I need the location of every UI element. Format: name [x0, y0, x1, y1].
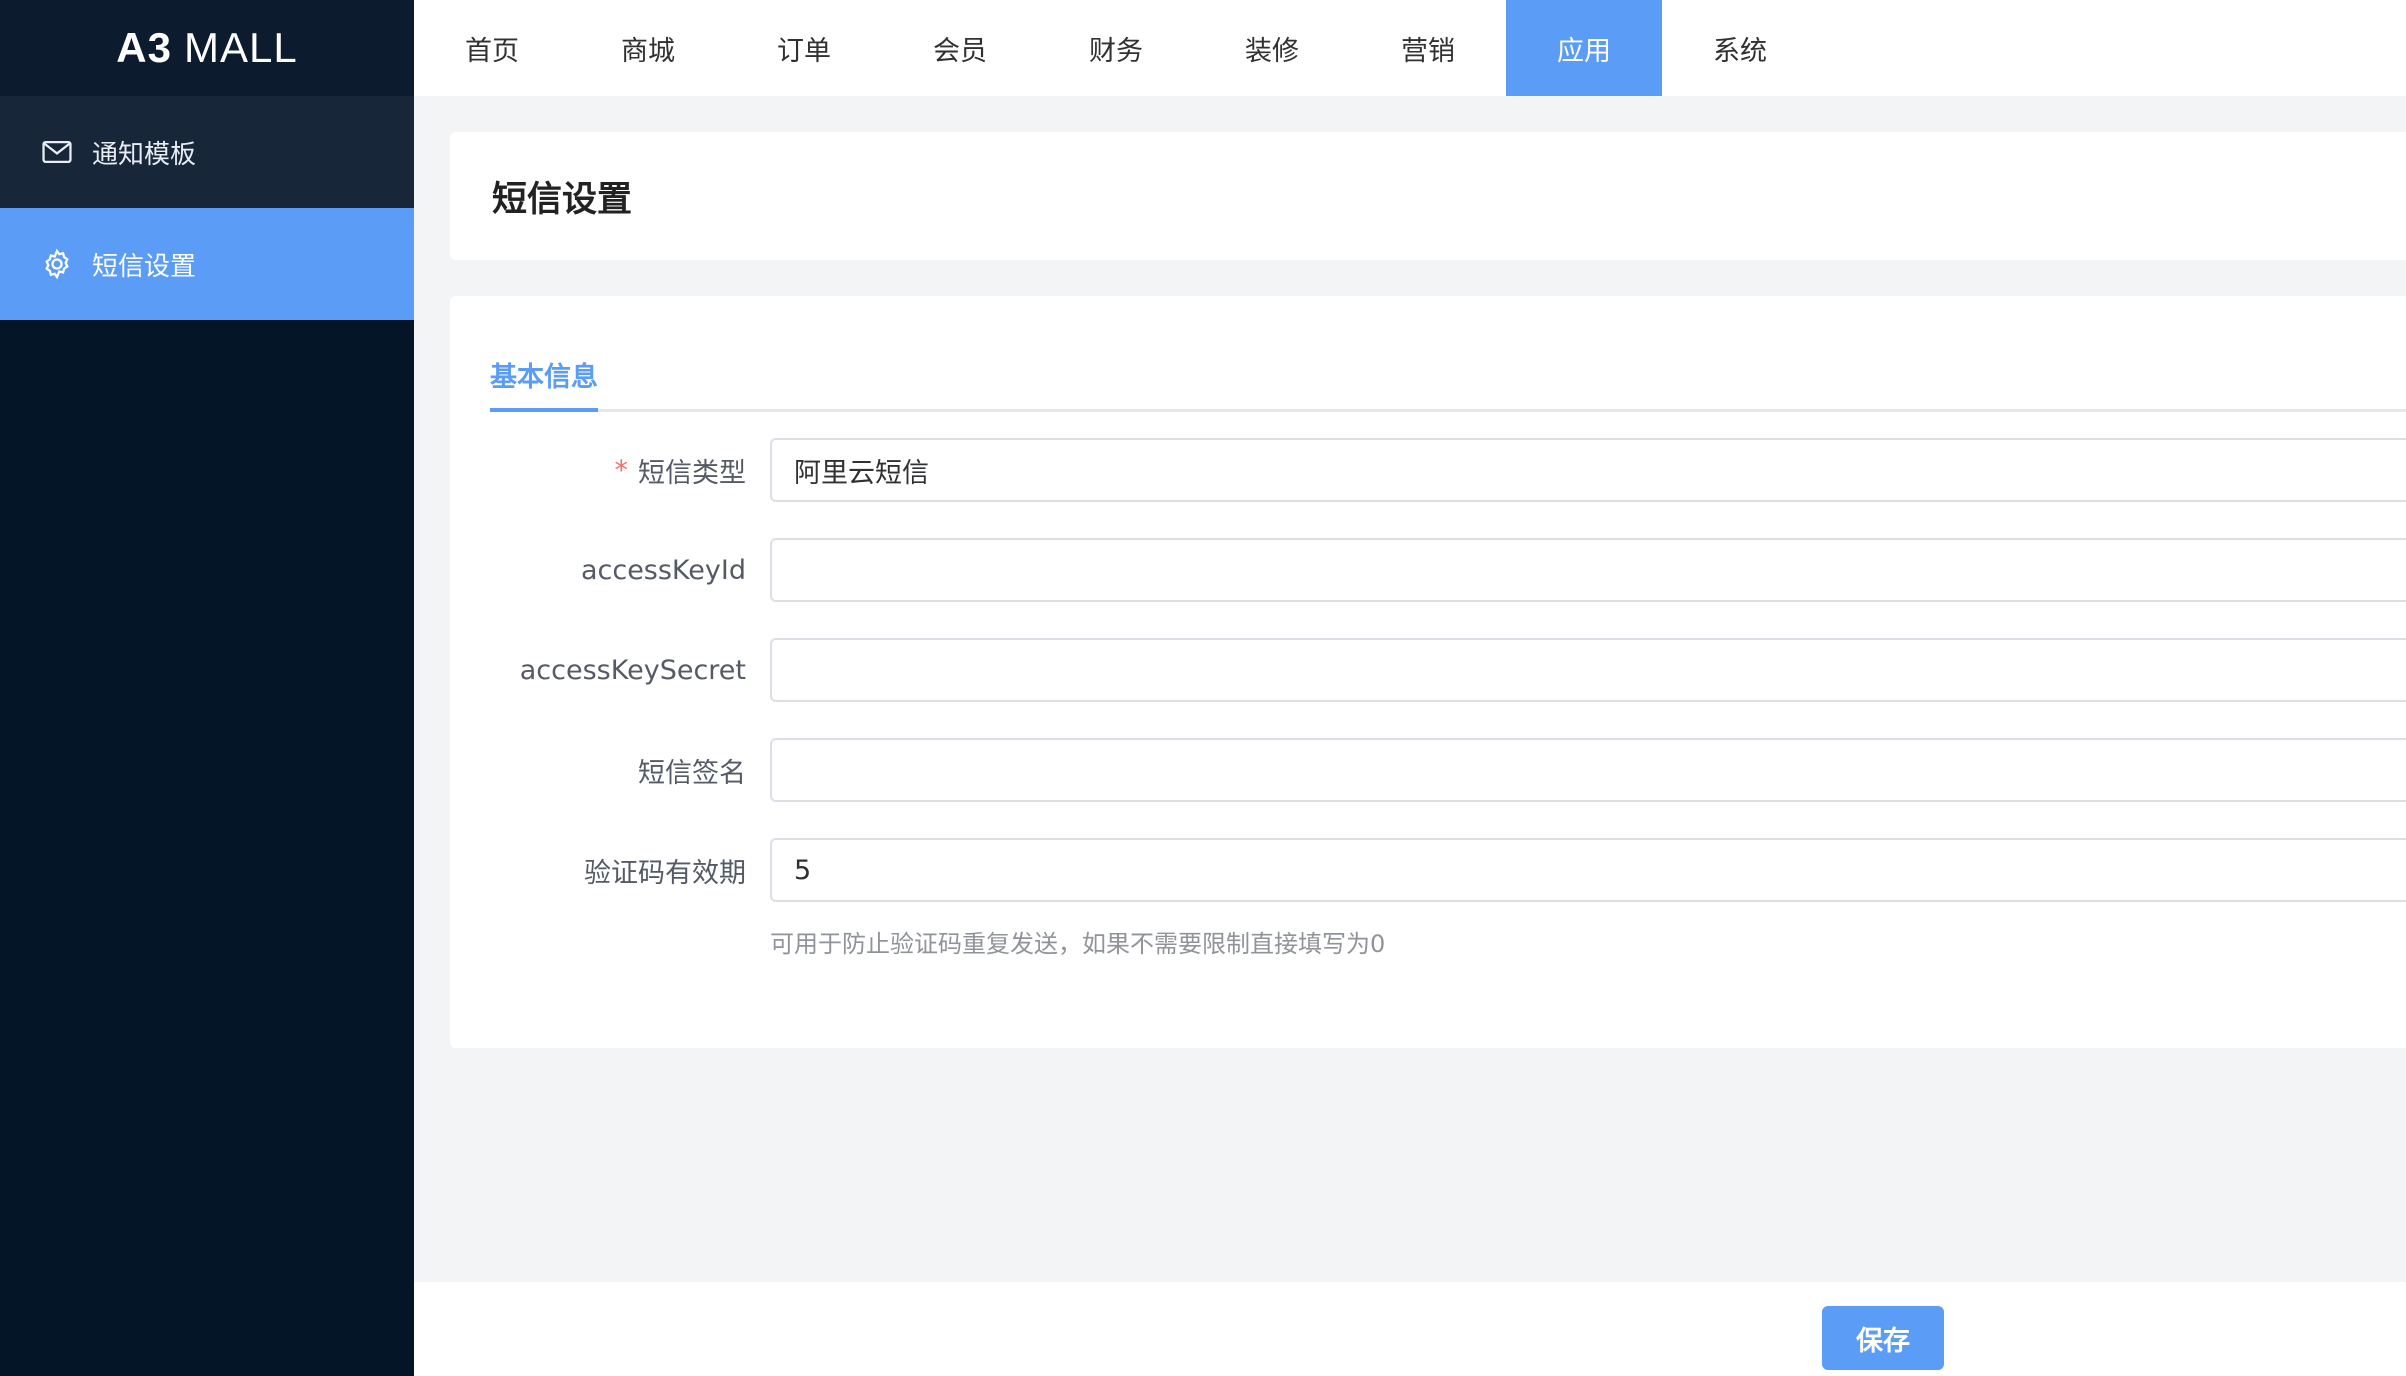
- sms-type-label-text: 短信类型: [638, 457, 746, 489]
- code-validity-input[interactable]: [770, 838, 2406, 902]
- page-title: 短信设置: [492, 179, 633, 220]
- nav-item-decoration[interactable]: 装修: [1194, 0, 1350, 96]
- brand-logo-bold: A3: [116, 24, 172, 71]
- tab-basic-info[interactable]: 基本信息: [490, 354, 598, 412]
- nav-item-finance[interactable]: 财务: [1038, 0, 1194, 96]
- nav-item-apps[interactable]: 应用: [1506, 0, 1662, 96]
- gear-icon: [40, 247, 74, 281]
- nav-item-mall[interactable]: 商城: [570, 0, 726, 96]
- sidebar-item-sms-settings[interactable]: 短信设置: [0, 208, 414, 320]
- access-key-id-label: accessKeyId: [580, 554, 746, 586]
- sidebar-item-notification-template[interactable]: 通知模板: [0, 96, 414, 208]
- code-validity-label: 验证码有效期: [584, 857, 746, 889]
- sidebar-item-label: 通知模板: [92, 139, 197, 170]
- bottom-action-bar: 保存: [414, 1282, 2406, 1376]
- page-header-card: 短信设置: [450, 132, 2406, 260]
- code-validity-hint: 可用于防止验证码重复发送，如果不需要限制直接填写为0: [770, 930, 1386, 958]
- form-card: 基本信息 * 短信类型 accessKeyId accessKeySecret …: [450, 296, 2406, 1048]
- required-mark: *: [614, 454, 629, 486]
- form-row-sms-type: * 短信类型: [450, 438, 2406, 502]
- save-button[interactable]: 保存: [1822, 1306, 1944, 1370]
- brand-logo[interactable]: A3 MALL: [0, 0, 414, 96]
- sms-signature-label: 短信签名: [638, 757, 746, 789]
- nav-item-members[interactable]: 会员: [882, 0, 1038, 96]
- top-nav: 首页 商城 订单 会员 财务 装修 营销 应用 系统: [414, 0, 2406, 96]
- brand-logo-light: MALL: [183, 24, 298, 71]
- form-row-access-key-secret: accessKeySecret: [450, 638, 2406, 702]
- sidebar-item-label: 短信设置: [92, 251, 197, 282]
- form-row-code-validity: 验证码有效期 可用于防止验证码重复发送，如果不需要限制直接填写为0: [450, 838, 2406, 958]
- access-key-secret-input[interactable]: [770, 638, 2406, 702]
- nav-item-marketing[interactable]: 营销: [1350, 0, 1506, 96]
- nav-item-home[interactable]: 首页: [414, 0, 570, 96]
- sms-type-select[interactable]: [770, 438, 2406, 502]
- form-row-access-key-id: accessKeyId: [450, 538, 2406, 602]
- sms-type-label: * 短信类型: [450, 438, 747, 502]
- access-key-id-input[interactable]: [770, 538, 2406, 602]
- tab-bar: 基本信息: [490, 354, 2406, 412]
- sms-signature-input[interactable]: [770, 738, 2406, 802]
- sidebar: A3 MALL 通知模板 短信设置: [0, 0, 414, 1376]
- nav-item-system[interactable]: 系统: [1662, 0, 1818, 96]
- nav-item-orders[interactable]: 订单: [726, 0, 882, 96]
- mail-icon: [40, 135, 74, 169]
- access-key-secret-label: accessKeySecret: [519, 654, 746, 686]
- form-row-sms-signature: 短信签名: [450, 738, 2406, 802]
